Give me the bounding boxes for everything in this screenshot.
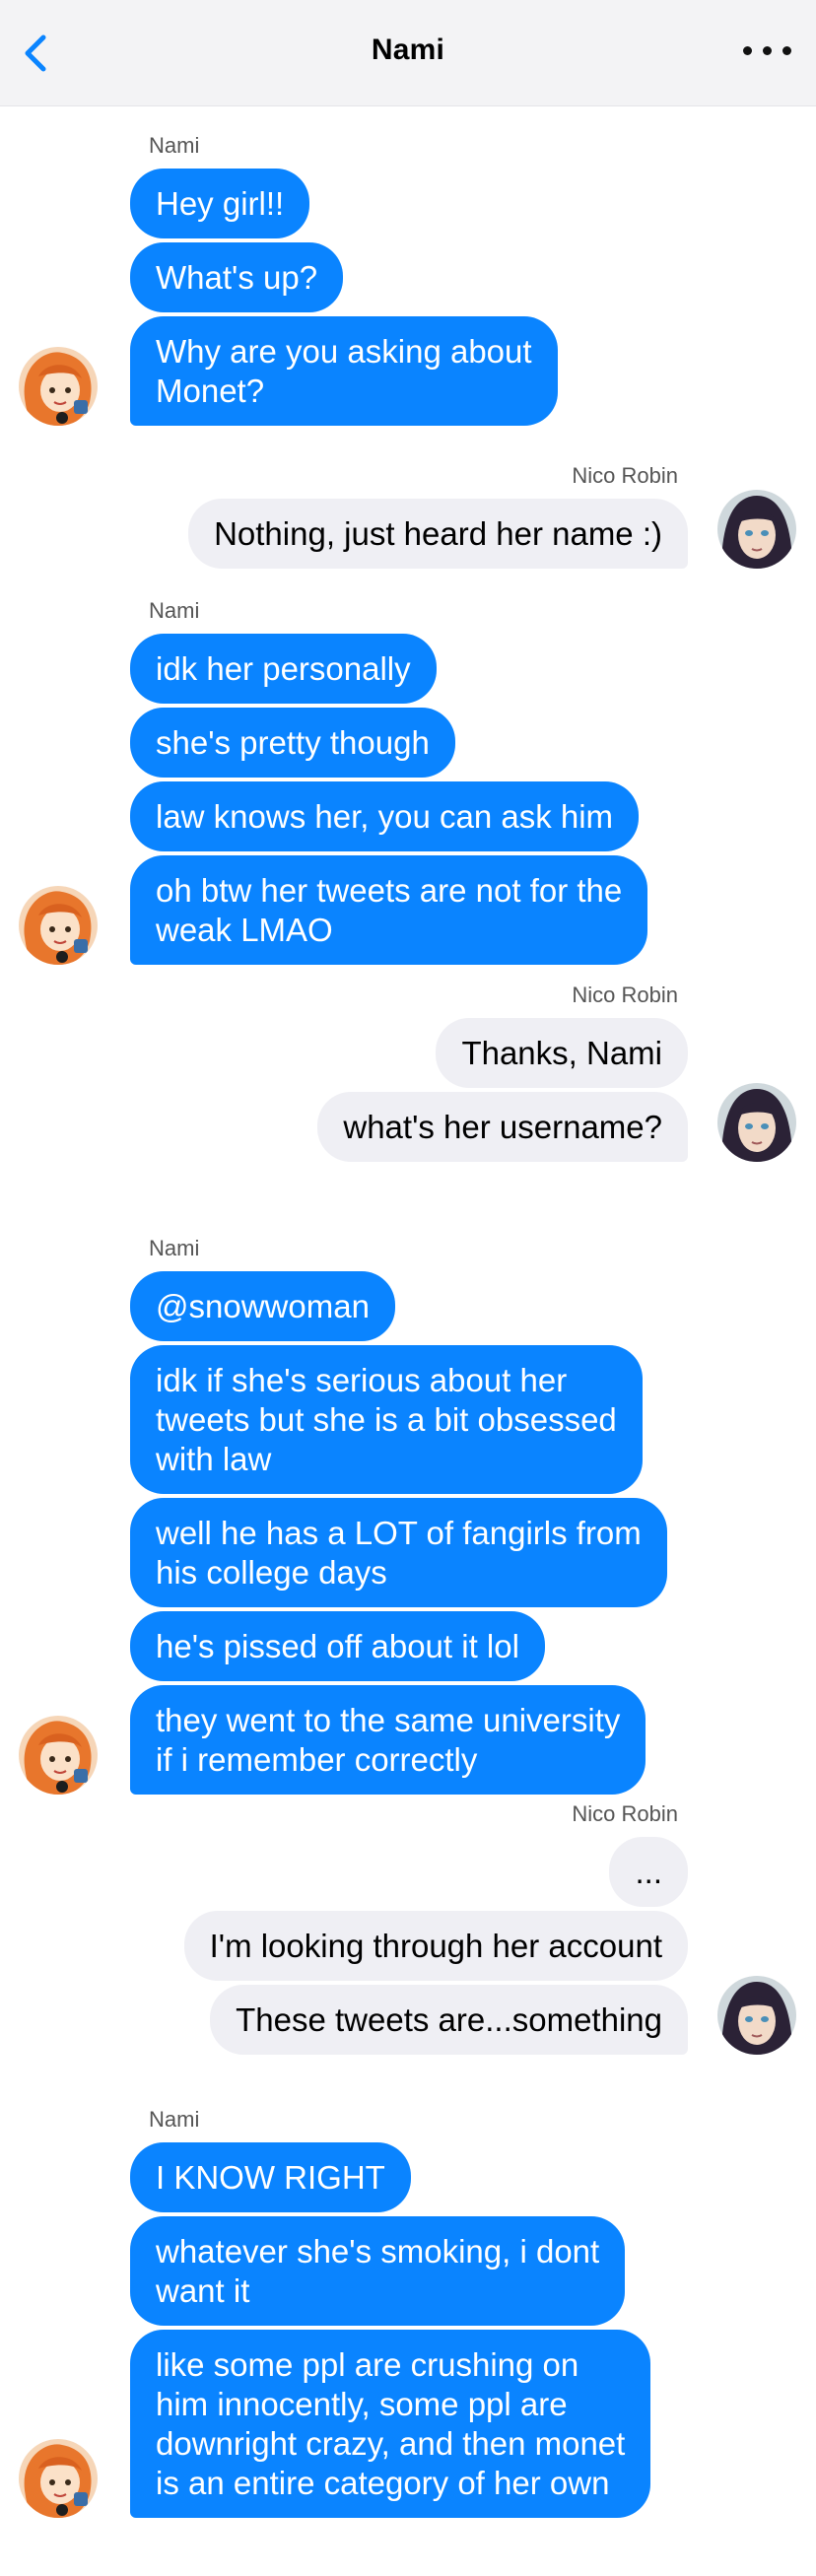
message-text: well he has a LOT of fangirls from <box>156 1515 642 1551</box>
sender-name: Nami <box>149 598 200 623</box>
message-bubble[interactable]: like some ppl are crushing on him innocen… <box>130 2330 651 2518</box>
message-bubble[interactable]: What's up? <box>130 242 344 312</box>
message-text: What's up? <box>156 259 318 296</box>
message-text: I'm looking through her account <box>209 1928 662 1964</box>
nico-robin-avatar[interactable] <box>717 1976 796 2055</box>
message-text: is an entire category of her own <box>156 2465 610 2501</box>
sender-name: Nami <box>149 133 200 158</box>
message-text: Monet? <box>156 373 265 409</box>
message-text: what's her username? <box>343 1109 662 1145</box>
message-feed[interactable]: Nami Hey girl!! What's up? Why are you aski… <box>0 106 816 2576</box>
sender-name: Nico Robin <box>572 463 678 488</box>
message-text: tweets but she is a bit obsessed <box>156 1401 617 1438</box>
message-text: whatever she's smoking, i dont <box>156 2233 600 2270</box>
nico-robin-avatar[interactable] <box>717 490 796 569</box>
more-horizontal-icon <box>743 46 752 55</box>
message-bubble[interactable]: he's pissed off about it lol <box>130 1611 545 1681</box>
message-text: they went to the same university <box>156 1702 621 1738</box>
message-text: he's pissed off about it lol <box>156 1628 519 1664</box>
nami-avatar[interactable] <box>19 1716 98 1795</box>
message-text: law knows her, you can ask him <box>156 798 614 835</box>
nami-avatar[interactable] <box>19 2439 98 2518</box>
message-bubble[interactable]: Hey girl!! <box>130 169 310 238</box>
message-text: oh btw her tweets are not for the <box>156 872 623 909</box>
message-bubble[interactable]: what's her username? <box>317 1092 688 1162</box>
message-text: I KNOW RIGHT <box>156 2159 385 2196</box>
more-dot <box>763 46 772 55</box>
message-text: Why are you asking about <box>156 333 532 370</box>
nami-avatar[interactable] <box>19 886 98 965</box>
message-text: ... <box>635 1854 662 1890</box>
message-text: his college days <box>156 1554 387 1591</box>
message-bubble[interactable]: she's pretty though <box>130 708 455 778</box>
more-options-button[interactable] <box>743 34 792 69</box>
message-bubble[interactable]: I'm looking through her account <box>183 1911 688 1981</box>
message-text: if i remember correctly <box>156 1741 478 1778</box>
sender-name: Nami <box>149 2107 200 2132</box>
chat-header: Nami <box>0 0 816 106</box>
more-dot <box>782 46 791 55</box>
sender-name: Nico Robin <box>572 1801 678 1826</box>
message-bubble[interactable]: oh btw her tweets are not for the weak LM… <box>130 855 648 965</box>
sender-name: Nico Robin <box>572 983 678 1007</box>
message-text: with law <box>156 1441 272 1477</box>
message-bubble[interactable]: idk her personally <box>130 634 437 704</box>
message-text: like some ppl are crushing on <box>156 2346 579 2383</box>
message-text: idk her personally <box>156 650 411 687</box>
message-text: Thanks, Nami <box>461 1035 662 1071</box>
message-bubble[interactable]: well he has a LOT of fangirls from his co… <box>130 1498 667 1607</box>
sender-name: Nami <box>149 1236 200 1260</box>
message-text: she's pretty though <box>156 724 430 761</box>
message-bubble[interactable]: ... <box>609 1837 688 1907</box>
message-bubble[interactable]: they went to the same university if i rem… <box>130 1685 646 1795</box>
message-bubble[interactable]: law knows her, you can ask him <box>130 781 640 851</box>
message-bubble[interactable]: whatever she's smoking, i dont want it <box>130 2216 626 2326</box>
message-text: downright crazy, and then monet <box>156 2425 626 2462</box>
message-bubble[interactable]: These tweets are...something <box>210 1985 688 2055</box>
nami-avatar[interactable] <box>19 347 98 426</box>
nico-robin-avatar[interactable] <box>717 1083 796 1162</box>
message-bubble[interactable]: I KNOW RIGHT <box>130 2142 411 2212</box>
message-text: idk if she's serious about her <box>156 1362 568 1398</box>
chat-title: Nami <box>371 34 445 66</box>
message-text: Nothing, just heard her name :) <box>214 515 662 552</box>
message-bubble[interactable]: Nothing, just heard her name :) <box>188 499 688 569</box>
message-bubble[interactable]: Thanks, Nami <box>436 1018 688 1088</box>
message-text: These tweets are...something <box>236 2001 662 2038</box>
message-bubble[interactable]: idk if she's serious about her tweets but… <box>130 1345 643 1494</box>
message-text: Hey girl!! <box>156 185 285 222</box>
message-text: @snowwoman <box>156 1288 370 1324</box>
message-text: want it <box>156 2272 250 2309</box>
message-text: weak LMAO <box>156 912 333 948</box>
message-bubble[interactable]: @snowwoman <box>130 1271 395 1341</box>
message-bubble[interactable]: Why are you asking about Monet? <box>130 316 558 426</box>
message-text: him innocently, some ppl are <box>156 2386 568 2422</box>
